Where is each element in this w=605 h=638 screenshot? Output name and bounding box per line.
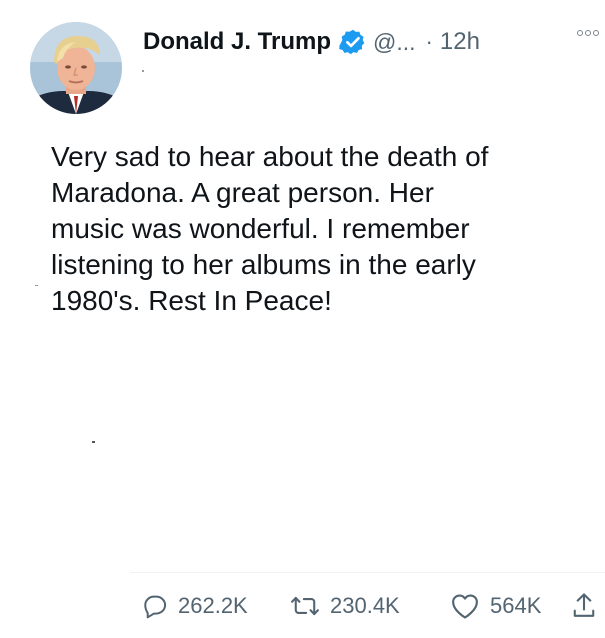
retweet-count: 230.4K [330,593,400,618]
author-handle[interactable]: @... [373,29,416,56]
reply-button[interactable]: 262.2K [140,592,290,620]
tweet-text-line: listening to her albums in the early [51,249,476,280]
share-button[interactable] [570,591,598,621]
tweet-actions-bar: 262.2K 230.4K 564K [140,586,598,626]
like-button[interactable]: 564K [450,592,570,620]
like-count: 564K [490,593,542,618]
reply-count: 262.2K [178,593,248,618]
header-separator: · [425,29,433,54]
share-icon [570,591,598,621]
actions-divider [130,572,605,573]
tweet-text-line: Very sad to hear about the death of [51,141,489,172]
tweet-timestamp[interactable]: 12h [440,28,480,56]
author-display-name[interactable]: Donald J. Trump [143,28,331,56]
tweet-text: Very sad to hear about the death of Mara… [51,139,571,319]
retweet-icon [290,592,320,620]
verified-badge-icon [339,28,367,56]
like-icon [450,592,480,620]
author-avatar[interactable] [30,22,122,114]
avatar-image [30,22,122,114]
image-artifact [142,70,144,72]
tweet-card: Donald J. Trump @... · 12h Very sad to h… [0,0,605,638]
tweet-header: Donald J. Trump @... · 12h [143,26,480,58]
tweet-text-line: 1980's. Rest In Peace! [51,285,332,316]
retweet-button[interactable]: 230.4K [290,592,450,620]
reply-icon [140,592,168,620]
image-artifact [92,441,95,443]
tweet-text-line: Maradona. A great person. Her [51,177,434,208]
tweet-text-line: music was wonderful. I remember [51,213,470,244]
image-artifact [35,285,38,286]
more-options-icon[interactable] [577,30,599,36]
